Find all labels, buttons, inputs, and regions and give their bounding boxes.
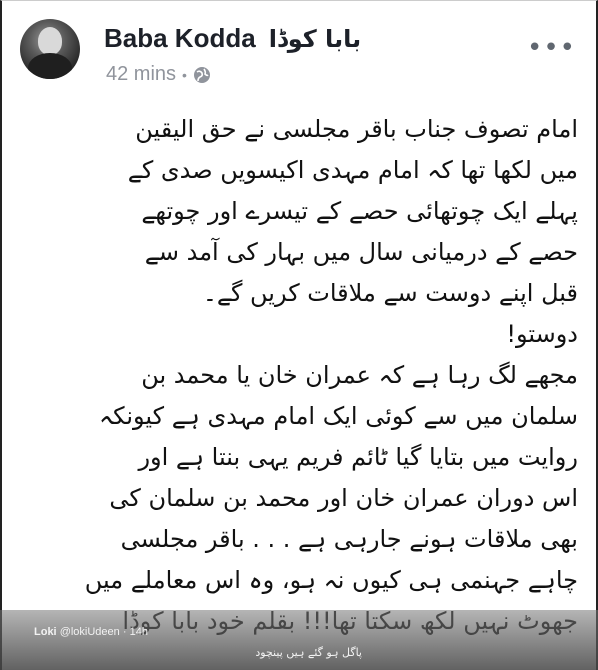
overlay-footer bbox=[0, 610, 598, 670]
post-meta: 42 mins • bbox=[106, 63, 211, 86]
author-name-urdu[interactable]: بابا کوڈا bbox=[269, 25, 361, 53]
post-line: سلمان میں سے کوئی ایک امام مہدی ہے کیونک… bbox=[99, 402, 578, 430]
author-name-row: Baba Kodda بابا کوڈا bbox=[104, 23, 361, 54]
post-card: Baba Kodda بابا کوڈا 42 mins • ••• امام … bbox=[0, 0, 598, 670]
post-line: بھی ملاقات ہونے جارہی ہے . . . باقر مجلس… bbox=[120, 525, 578, 553]
overlay-caption: پاگل ہو گئے ہیں پینچود bbox=[255, 646, 362, 659]
overlay-user: Loki @lokiUdeen · 14h bbox=[34, 626, 148, 638]
post-line: اس دوران عمران خان اور محمد بن سلمان کی bbox=[109, 484, 578, 512]
avatar-head-shape bbox=[38, 27, 62, 55]
post-text: امام تصوف جناب باقر مجلسی نے حق الیقین م… bbox=[26, 109, 578, 642]
post-header: Baba Kodda بابا کوڈا 42 mins • ••• bbox=[20, 19, 580, 89]
post-line: روایت میں بتایا گیا ٹائم فریم یہی بنتا ہ… bbox=[138, 443, 578, 471]
overlay-user-name[interactable]: Loki bbox=[34, 626, 57, 638]
avatar[interactable] bbox=[20, 19, 80, 79]
post-line: چاہے جہنمی ہی کیوں نہ ہو، وہ اس معاملے م… bbox=[84, 566, 578, 594]
meta-separator: • bbox=[182, 66, 187, 83]
overlay-age: 14h bbox=[129, 626, 148, 638]
avatar-body-shape bbox=[28, 53, 72, 79]
post-line: دوستو! bbox=[506, 320, 578, 348]
post-time[interactable]: 42 mins bbox=[106, 63, 176, 86]
overlay-separator: · bbox=[122, 626, 127, 638]
globe-icon[interactable] bbox=[193, 66, 211, 84]
post-line: قبل اپنے دوست سے ملاقات کریں گے۔ bbox=[202, 279, 578, 307]
post-line: میں لکھا تھا کہ امام مہدی اکیسویں صدی کے bbox=[127, 156, 578, 184]
more-options-icon[interactable]: ••• bbox=[527, 33, 576, 63]
author-name[interactable]: Baba Kodda bbox=[104, 23, 256, 53]
post-line: حصے کے درمیانی سال میں بہار کی آمد سے bbox=[144, 238, 578, 266]
overlay-user-handle[interactable]: @lokiUdeen bbox=[60, 626, 120, 638]
post-line: مجھے لگ رہا ہے کہ عمران خان یا محمد بن bbox=[141, 361, 578, 389]
post-line: پہلے ایک چوتھائی حصے کے تیسرے اور چوتھے bbox=[141, 197, 578, 225]
post-line: امام تصوف جناب باقر مجلسی نے حق الیقین bbox=[135, 115, 578, 143]
